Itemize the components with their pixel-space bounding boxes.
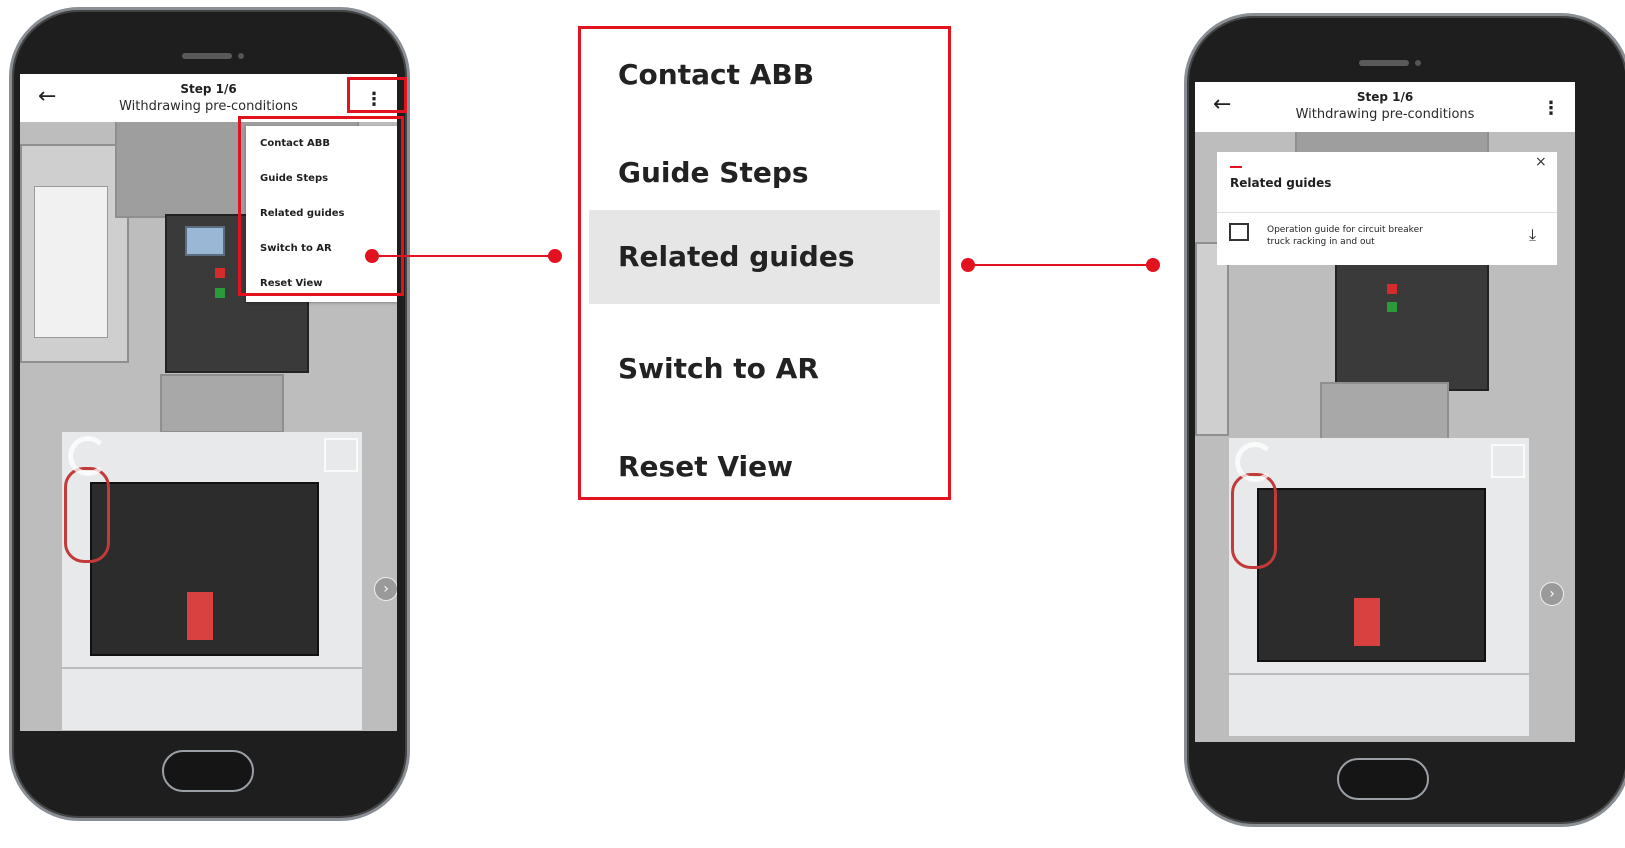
breaker-off-button — [215, 268, 225, 278]
photo-cable — [64, 467, 110, 563]
camera — [238, 53, 244, 59]
zoom-item-label: Related guides — [618, 240, 855, 273]
reference-photo — [62, 432, 362, 730]
home-button[interactable] — [1337, 758, 1429, 800]
guide-title-line-1: Operation guide for circuit breaker — [1267, 225, 1423, 235]
next-step-icon[interactable]: › — [374, 577, 397, 601]
more-menu-icon[interactable]: ⋮ — [1541, 96, 1561, 122]
door-window — [34, 186, 108, 338]
zoom-item-label: Guide Steps — [618, 156, 809, 189]
step-title: Withdrawing pre-conditions — [1295, 107, 1475, 122]
download-icon[interactable]: ⤓ — [1529, 225, 1536, 245]
related-guides-title: Related guides — [1230, 176, 1332, 190]
open-door-panel — [1195, 242, 1229, 436]
zoom-item-guide-steps[interactable]: Guide Steps — [581, 126, 948, 220]
step-label: Step 1/6 — [180, 82, 237, 96]
photo-lockout-tag — [1354, 598, 1380, 646]
zoom-item-switch-to-ar[interactable]: Switch to AR — [581, 322, 948, 416]
lower-panel — [160, 374, 284, 433]
app-bar: ← Step 1/6 Withdrawing pre-conditions ⋮ — [1195, 82, 1575, 132]
next-step-icon[interactable]: › — [1540, 582, 1564, 606]
speaker — [1359, 60, 1409, 66]
breaker-on-button — [215, 288, 225, 298]
connector-dot — [1146, 258, 1160, 272]
right-phone: › ← Step 1/6 Withdrawing pre-conditions … — [1184, 13, 1625, 827]
photo-cable — [1231, 473, 1277, 569]
guide-title-line-2: truck racking in and out — [1267, 237, 1375, 247]
expand-icon[interactable] — [1491, 444, 1525, 478]
breaker-off-button — [1387, 284, 1397, 294]
guide-list-item[interactable]: Operation guide for circuit breaker truc… — [1217, 212, 1557, 265]
zoom-item-contact-abb[interactable]: Contact ABB — [581, 28, 948, 122]
open-door-panel — [20, 144, 129, 363]
zoom-item-related-guides[interactable]: Related guides — [589, 210, 940, 304]
zoom-item-label: Contact ABB — [618, 58, 815, 91]
highlight-menu — [238, 116, 404, 296]
step-label: Step 1/6 — [1356, 90, 1414, 104]
step-title: Withdrawing pre-conditions — [119, 99, 298, 114]
connector-line — [968, 264, 1153, 266]
speaker — [182, 53, 232, 59]
related-guides-panel: Related guides × Operation guide for cir… — [1217, 152, 1557, 265]
right-screen: › ← Step 1/6 Withdrawing pre-conditions … — [1195, 82, 1575, 742]
close-icon[interactable]: × — [1535, 154, 1547, 170]
highlight-kebab — [347, 77, 407, 113]
photo-divider — [1229, 673, 1529, 675]
accent-bar — [1230, 166, 1242, 168]
camera — [1415, 60, 1421, 66]
breaker-on-button — [1387, 302, 1397, 312]
app-bar: ← Step 1/6 Withdrawing pre-conditions ⋮ — [20, 74, 397, 122]
refresh-icon[interactable] — [68, 436, 108, 476]
breaker-display — [185, 226, 225, 256]
connector-line — [372, 255, 555, 257]
reference-photo — [1229, 438, 1529, 736]
refresh-icon[interactable] — [1235, 442, 1275, 482]
photo-divider — [62, 667, 362, 669]
connector-dot — [548, 249, 562, 263]
photo-lockout-tag — [187, 592, 213, 640]
home-button[interactable] — [162, 750, 254, 792]
menu-zoom: Contact ABB Guide Steps Related guides S… — [578, 26, 951, 500]
circuit-breaker — [1335, 252, 1489, 391]
zoom-item-reset-view[interactable]: Reset View — [581, 420, 948, 514]
expand-icon[interactable] — [324, 438, 358, 472]
guide-document-icon — [1229, 223, 1249, 241]
zoom-item-label: Reset View — [618, 450, 793, 483]
zoom-item-label: Switch to AR — [618, 352, 819, 385]
